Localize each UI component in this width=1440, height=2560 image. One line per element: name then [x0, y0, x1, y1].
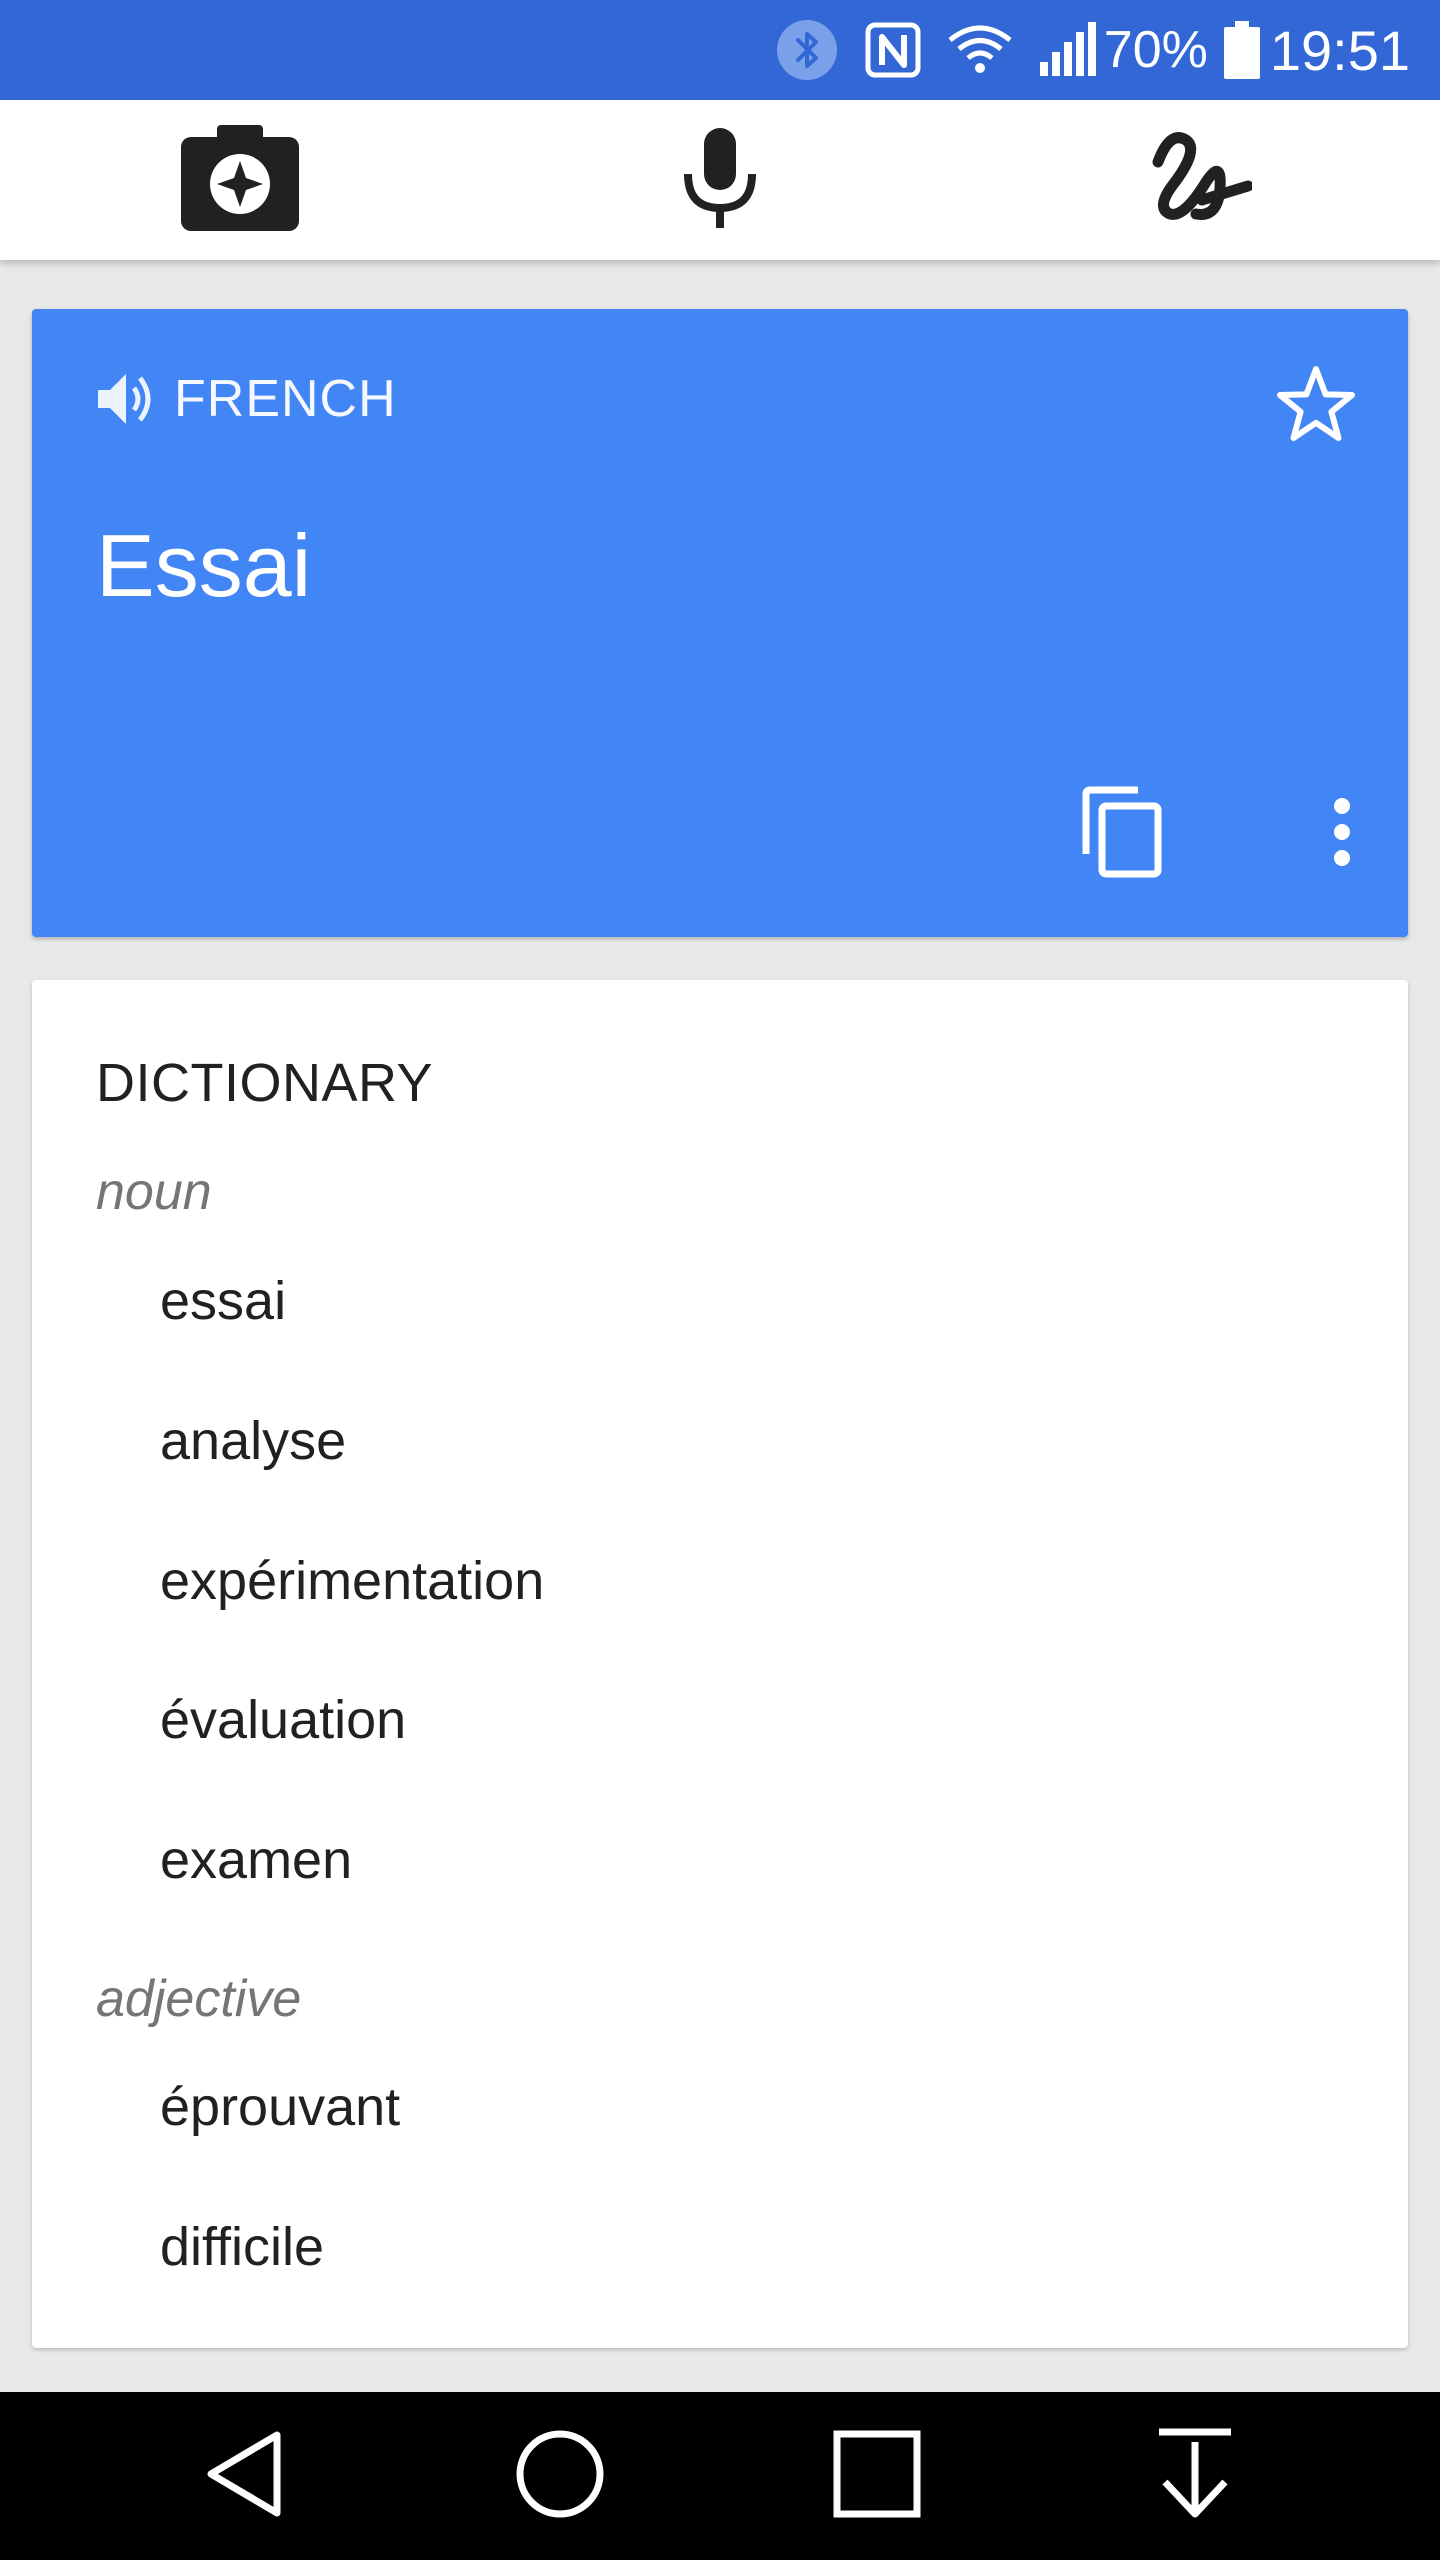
back-button[interactable] — [165, 2392, 325, 2560]
microphone-button[interactable] — [645, 100, 795, 260]
input-toolbar — [0, 100, 1440, 260]
speaker-icon[interactable] — [96, 370, 158, 428]
recents-icon — [832, 2429, 922, 2524]
more-vert-icon — [1332, 797, 1352, 871]
home-button[interactable] — [480, 2392, 640, 2560]
dictionary-entry[interactable]: analyse — [160, 1410, 346, 1472]
dictionary-title: DICTIONARY — [96, 1053, 434, 1113]
translation-card: FRENCH Essai — [32, 309, 1408, 937]
more-options-button[interactable] — [1292, 779, 1392, 889]
nfc-icon — [864, 21, 922, 79]
target-language-row: FRENCH — [96, 369, 397, 429]
dictionary-card: DICTIONARY noun essai analyse expériment… — [32, 980, 1408, 2348]
target-language-label: FRENCH — [174, 370, 397, 428]
battery-icon — [1223, 21, 1260, 79]
dictionary-entry[interactable]: éprouvant — [160, 2076, 400, 2138]
status-bar: 70% 19:51 — [0, 0, 1440, 100]
camera-button[interactable] — [165, 100, 315, 260]
dictionary-entry[interactable]: essai — [160, 1270, 286, 1332]
microphone-icon — [680, 126, 760, 235]
wifi-icon — [948, 24, 1012, 76]
navigation-bar — [0, 2392, 1440, 2560]
signal-icon — [1038, 22, 1096, 78]
battery-percent: 70% — [1103, 21, 1208, 79]
copy-icon — [1080, 786, 1164, 883]
home-icon — [515, 2429, 605, 2524]
bluetooth-icon — [776, 19, 838, 81]
hide-keyboard-icon — [1155, 2428, 1235, 2525]
back-icon — [205, 2429, 285, 2524]
camera-icon — [179, 123, 301, 238]
part-of-speech-label: adjective — [96, 1970, 302, 2028]
hide-keyboard-button[interactable] — [1115, 2392, 1275, 2560]
translated-text: Essai — [96, 516, 312, 615]
dictionary-entry[interactable]: évaluation — [160, 1689, 406, 1751]
clock: 19:51 — [1269, 18, 1410, 82]
handwriting-icon — [1148, 126, 1254, 235]
star-button[interactable] — [1274, 363, 1358, 447]
part-of-speech-label: noun — [96, 1163, 212, 1221]
copy-button[interactable] — [1067, 779, 1177, 889]
star-outline-icon — [1276, 365, 1356, 446]
handwriting-button[interactable] — [1125, 100, 1275, 260]
dictionary-entry[interactable]: examen — [160, 1829, 352, 1891]
dictionary-entry[interactable]: difficile — [160, 2216, 324, 2278]
dictionary-entry[interactable]: expérimentation — [160, 1550, 544, 1612]
recents-button[interactable] — [797, 2392, 957, 2560]
